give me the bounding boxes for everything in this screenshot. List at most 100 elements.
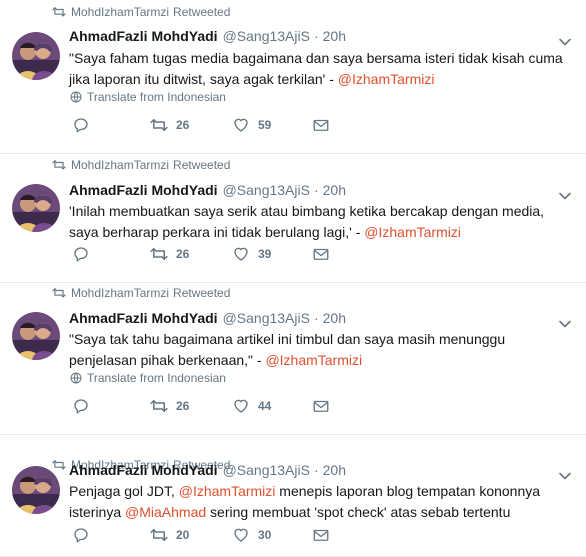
dm-icon xyxy=(312,526,338,544)
tweet-text-line: "Saya faham tugas media bagaimana dan sa… xyxy=(69,48,574,69)
avatar[interactable] xyxy=(12,32,60,80)
retweet-button[interactable]: 26 xyxy=(150,245,189,263)
translate-link[interactable]: Translate from Indonesian xyxy=(70,371,226,385)
avatar[interactable] xyxy=(12,184,60,232)
reply-button[interactable] xyxy=(72,526,98,544)
author-handle[interactable]: @Sang13AjiS xyxy=(223,28,310,44)
mention-link[interactable]: @IzhamTarmizi xyxy=(265,352,362,368)
tweet-text: "Saya tak tahu bagaimana artikel ini tim… xyxy=(69,329,574,371)
direct-message-button[interactable] xyxy=(312,526,338,544)
retweet-button[interactable]: 26 xyxy=(150,116,189,134)
like-count: 44 xyxy=(258,399,272,413)
tweet-timestamp[interactable]: 20h xyxy=(323,28,346,44)
like-icon xyxy=(232,116,258,134)
tweet-timestamp[interactable]: 20h xyxy=(323,182,346,198)
tweet-card[interactable]: MohdIzhamTarmzi Retweeted AhmadFazli MohdY… xyxy=(0,0,586,154)
tweet-text-segment: saya berharap perkara ini tidak berulang… xyxy=(69,224,365,240)
retweet-count: 20 xyxy=(176,528,190,542)
tweet-card[interactable]: MohdIzhamTarmzi Retweeted AhmadFazli MohdY… xyxy=(0,283,586,435)
author-handle[interactable]: @Sang13AjiS xyxy=(223,310,310,326)
reply-icon xyxy=(72,397,98,415)
tweet-actions: 26 44 xyxy=(72,397,342,415)
retweet-button[interactable]: 20 xyxy=(150,526,189,544)
tweet-timestamp[interactable]: 20h xyxy=(323,310,346,326)
tweet-card[interactable]: MohdIzhamTarmzi Retweeted AhmadFazli MohdY… xyxy=(0,435,586,557)
tweet-header: AhmadFazli MohdYadi @Sang13AjiS · 20h xyxy=(69,462,346,478)
tweet-card[interactable]: MohdIzhamTarmzi Retweeted AhmadFazli MohdY… xyxy=(0,154,586,283)
separator-dot: · xyxy=(313,182,319,198)
chevron-down-icon[interactable] xyxy=(558,316,572,328)
tweet-text-line: 'Inilah membuatkan saya serik atau bimba… xyxy=(69,201,574,222)
tweet-text-line: isterinya @MiaAhmad sering membuat 'spot… xyxy=(69,502,574,523)
tweet-header: AhmadFazli MohdYadi @Sang13AjiS · 20h xyxy=(69,28,346,44)
separator-dot: · xyxy=(313,310,319,326)
translate-label: Translate from Indonesian xyxy=(87,371,226,385)
tweet-text-line: saya berharap perkara ini tidak berulang… xyxy=(69,222,574,243)
retweet-context-icon xyxy=(52,6,66,18)
chevron-down-icon[interactable] xyxy=(558,468,572,480)
like-button[interactable]: 59 xyxy=(232,116,271,134)
avatar[interactable] xyxy=(12,312,60,360)
tweet-text: 'Inilah membuatkan saya serik atau bimba… xyxy=(69,201,574,243)
like-icon xyxy=(232,397,258,415)
retweeted-label: Retweeted xyxy=(173,158,231,172)
tweet-text-line: Penjaga gol JDT, @IzhamTarmizi menepis l… xyxy=(69,481,574,502)
tweet-actions: 26 59 xyxy=(72,116,342,134)
avatar[interactable] xyxy=(12,466,60,514)
translate-link[interactable]: Translate from Indonesian xyxy=(70,90,226,104)
reply-button[interactable] xyxy=(72,397,98,415)
tweet-text-segment: 'Inilah membuatkan saya serik atau bimba… xyxy=(69,203,545,219)
author-fullname[interactable]: AhmadFazli MohdYadi xyxy=(69,310,218,326)
like-button[interactable]: 39 xyxy=(232,245,271,263)
like-count: 30 xyxy=(258,528,272,542)
globe-icon xyxy=(70,372,82,384)
direct-message-button[interactable] xyxy=(312,245,338,263)
retweeter-name[interactable]: MohdIzhamTarmzi xyxy=(71,286,169,300)
retweet-count: 26 xyxy=(176,118,190,132)
reply-button[interactable] xyxy=(72,116,98,134)
retweet-context-icon xyxy=(52,159,66,171)
retweet-count: 26 xyxy=(176,399,190,413)
tweet-header: AhmadFazli MohdYadi @Sang13AjiS · 20h xyxy=(69,182,346,198)
tweet-header: AhmadFazli MohdYadi @Sang13AjiS · 20h xyxy=(69,310,346,326)
retweet-context: MohdIzhamTarmzi Retweeted xyxy=(52,158,230,172)
direct-message-button[interactable] xyxy=(312,397,338,415)
retweeted-label: Retweeted xyxy=(173,286,231,300)
retweeter-name[interactable]: MohdIzhamTarmzi xyxy=(71,5,169,19)
author-handle[interactable]: @Sang13AjiS xyxy=(223,182,310,198)
direct-message-button[interactable] xyxy=(312,116,338,134)
mention-link[interactable]: @IzhamTarmizi xyxy=(364,224,461,240)
reply-icon xyxy=(72,245,98,263)
retweet-icon xyxy=(150,526,176,544)
tweet-text-segment: isterinya xyxy=(69,504,126,520)
author-fullname[interactable]: AhmadFazli MohdYadi xyxy=(69,462,218,478)
chevron-down-icon[interactable] xyxy=(558,188,572,200)
retweeter-name[interactable]: MohdIzhamTarmzi xyxy=(71,158,169,172)
mention-link[interactable]: @IzhamTarmizi xyxy=(338,71,435,87)
tweet-text-segment: penjelasan pihak berkenaan," - xyxy=(69,352,266,368)
retweet-context: MohdIzhamTarmzi Retweeted xyxy=(52,286,230,300)
author-handle[interactable]: @Sang13AjiS xyxy=(223,462,310,478)
tweet-actions: 26 39 xyxy=(72,245,342,263)
like-icon xyxy=(232,245,258,263)
tweet-text-segment: Penjaga gol JDT, xyxy=(69,483,179,499)
like-count: 39 xyxy=(258,247,272,261)
reply-button[interactable] xyxy=(72,245,98,263)
mention-link[interactable]: @IzhamTarmizi xyxy=(179,483,276,499)
chevron-down-icon[interactable] xyxy=(558,34,572,46)
like-button[interactable]: 30 xyxy=(232,526,271,544)
retweet-icon xyxy=(150,397,176,415)
like-button[interactable]: 44 xyxy=(232,397,271,415)
retweeted-label: Retweeted xyxy=(173,5,231,19)
tweet-timestamp[interactable]: 20h xyxy=(323,462,346,478)
retweet-button[interactable]: 26 xyxy=(150,397,189,415)
author-fullname[interactable]: AhmadFazli MohdYadi xyxy=(69,28,218,44)
separator-dot: · xyxy=(313,28,319,44)
tweet-text-segment: menepis laporan blog tempatan kononnya xyxy=(275,483,541,499)
separator-dot: · xyxy=(313,462,319,478)
tweet-text: Penjaga gol JDT, @IzhamTarmizi menepis l… xyxy=(69,481,574,523)
mention-link[interactable]: @MiaAhmad xyxy=(125,504,206,520)
dm-icon xyxy=(312,397,338,415)
translate-label: Translate from Indonesian xyxy=(87,90,226,104)
author-fullname[interactable]: AhmadFazli MohdYadi xyxy=(69,182,218,198)
